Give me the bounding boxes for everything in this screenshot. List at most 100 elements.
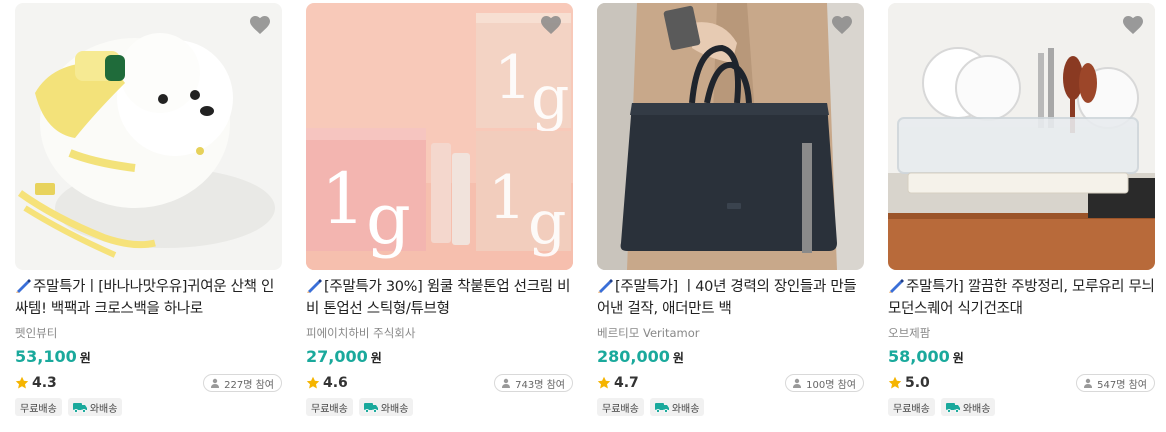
- free-shipping-tag: 무료배송: [306, 398, 353, 416]
- wishlist-heart-icon[interactable]: [248, 13, 272, 37]
- free-shipping-tag: 무료배송: [888, 398, 935, 416]
- person-icon: [792, 378, 802, 388]
- price-row: 27,000 원: [306, 347, 573, 369]
- tag-label: 무료배송: [20, 403, 57, 415]
- star-icon: [888, 376, 902, 390]
- rating: 4.7: [597, 375, 639, 391]
- brand-name[interactable]: 베르티모 Veritamor: [597, 325, 864, 341]
- price-row: 280,000 원: [597, 347, 864, 369]
- product-photo-leather-bag: [597, 3, 864, 270]
- product-title-text: [주말특가 30%] 윔쿨 착붙톤업 선크림 비비 톤업선 스틱형/튜브형: [306, 279, 571, 317]
- price-value: 58,000: [888, 347, 950, 366]
- product-photo-sunscreen-boxes: 1 g 1 g 1 g: [306, 3, 573, 270]
- truck-icon: [363, 402, 378, 413]
- wishlist-heart-icon[interactable]: [1121, 13, 1145, 37]
- delivery-tags: 무료배송 와배송: [306, 398, 573, 416]
- product-grid: 주말특가ㅣ[바나나맛우유]귀여운 산책 인싸템! 백팩과 크로스백을 하나로 펫…: [0, 0, 1166, 432]
- meta-row: 4.6 743명 참여: [306, 373, 573, 393]
- meta-row: 4.3 227명 참여: [15, 373, 282, 393]
- person-icon: [210, 378, 220, 388]
- product-image[interactable]: [15, 3, 282, 270]
- tag-label: 와배송: [380, 403, 409, 415]
- product-card[interactable]: 주말특가ㅣ[바나나맛우유]귀여운 산책 인싸템! 백팩과 크로스백을 하나로 펫…: [15, 3, 282, 428]
- participants-count: 227명 참여: [224, 379, 274, 391]
- tag-label: 무료배송: [893, 403, 930, 415]
- product-title-text: 주말특가] 깔끔한 주방정리, 모루유리 무늬 모던스퀘어 식기건조대: [888, 279, 1155, 317]
- tag-label: 무료배송: [602, 403, 639, 415]
- brand-name[interactable]: 피에이치하비 주식회사: [306, 325, 573, 341]
- rating-value: 5.0: [905, 375, 930, 391]
- star-icon: [306, 376, 320, 390]
- person-icon: [1083, 378, 1093, 388]
- wishlist-heart-icon[interactable]: [539, 13, 563, 37]
- free-shipping-tag: 무료배송: [15, 398, 62, 416]
- pen-emoji-icon: [15, 278, 32, 293]
- product-card[interactable]: [주말특가] ㅣ40년 경력의 장인들과 만들어낸 걸작, 애더만트 백 베르티…: [597, 3, 864, 428]
- product-title-text: 주말특가ㅣ[바나나맛우유]귀여운 산책 인싸템! 백팩과 크로스백을 하나로: [15, 279, 275, 317]
- price-value: 280,000: [597, 347, 670, 366]
- delivery-tags: 무료배송 와배송: [15, 398, 282, 416]
- rating-value: 4.7: [614, 375, 639, 391]
- meta-row: 4.7 100명 참여: [597, 373, 864, 393]
- svg-text:g: g: [366, 178, 411, 260]
- delivery-tags: 무료배송 와배송: [888, 398, 1155, 416]
- participants-count: 743명 참여: [515, 379, 565, 391]
- delivery-tags: 무료배송 와배송: [597, 398, 864, 416]
- tag-label: 와배송: [671, 403, 700, 415]
- rating-value: 4.3: [32, 375, 57, 391]
- express-delivery-tag: 와배송: [67, 398, 123, 416]
- svg-text:g: g: [528, 188, 566, 258]
- express-delivery-tag: 와배송: [649, 398, 705, 416]
- currency-label: 원: [370, 351, 382, 365]
- product-title[interactable]: 주말특가ㅣ[바나나맛우유]귀여운 산책 인싸템! 백팩과 크로스백을 하나로: [15, 276, 282, 320]
- rating: 5.0: [888, 375, 930, 391]
- truck-icon: [654, 402, 669, 413]
- pen-emoji-icon: [306, 278, 323, 293]
- product-image[interactable]: [597, 3, 864, 270]
- brand-name[interactable]: 오브제팜: [888, 325, 1155, 341]
- truck-icon: [945, 402, 960, 413]
- product-card[interactable]: 1 g 1 g 1 g [주말특가 30%] 윔쿨 착붙톤업 선크림 비비 톤업…: [306, 3, 573, 428]
- price-row: 53,100 원: [15, 347, 282, 369]
- participants-badge: 743명 참여: [494, 374, 573, 392]
- product-title[interactable]: [주말특가] ㅣ40년 경력의 장인들과 만들어낸 걸작, 애더만트 백: [597, 276, 864, 320]
- rating: 4.6: [306, 375, 348, 391]
- star-icon: [597, 376, 611, 390]
- truck-icon: [72, 402, 87, 413]
- participants-badge: 547명 참여: [1076, 374, 1155, 392]
- free-shipping-tag: 무료배송: [597, 398, 644, 416]
- express-delivery-tag: 와배송: [940, 398, 996, 416]
- svg-text:1: 1: [488, 163, 526, 233]
- tag-label: 와배송: [962, 403, 991, 415]
- pen-emoji-icon: [597, 278, 614, 293]
- product-image[interactable]: 1 g 1 g 1 g: [306, 3, 573, 270]
- participants-count: 100명 참여: [806, 379, 856, 391]
- tag-label: 와배송: [89, 403, 118, 415]
- svg-text:1: 1: [494, 43, 532, 113]
- person-icon: [501, 378, 511, 388]
- product-title[interactable]: 주말특가] 깔끔한 주방정리, 모루유리 무늬 모던스퀘어 식기건조대: [888, 276, 1155, 320]
- participants-badge: 227명 참여: [203, 374, 282, 392]
- price-value: 27,000: [306, 347, 368, 366]
- product-photo-pet-backpack: [15, 3, 282, 270]
- express-delivery-tag: 와배송: [358, 398, 414, 416]
- tag-label: 무료배송: [311, 403, 348, 415]
- wishlist-heart-icon[interactable]: [830, 13, 854, 37]
- product-card[interactable]: 주말특가] 깔끔한 주방정리, 모루유리 무늬 모던스퀘어 식기건조대 오브제팜…: [888, 3, 1155, 428]
- price-row: 58,000 원: [888, 347, 1155, 369]
- product-image[interactable]: [888, 3, 1155, 270]
- meta-row: 5.0 547명 참여: [888, 373, 1155, 393]
- currency-label: 원: [672, 351, 684, 365]
- currency-label: 원: [79, 351, 91, 365]
- star-icon: [15, 376, 29, 390]
- brand-name[interactable]: 펫인뷰티: [15, 325, 282, 341]
- svg-text:g: g: [531, 63, 569, 133]
- product-title[interactable]: [주말특가 30%] 윔쿨 착붙톤업 선크림 비비 톤업선 스틱형/튜브형: [306, 276, 573, 320]
- product-title-text: [주말특가] ㅣ40년 경력의 장인들과 만들어낸 걸작, 애더만트 백: [597, 279, 857, 317]
- participants-count: 547명 참여: [1097, 379, 1147, 391]
- product-photo-dish-rack: [888, 3, 1155, 270]
- currency-label: 원: [952, 351, 964, 365]
- svg-text:1: 1: [321, 158, 366, 240]
- rating-value: 4.6: [323, 375, 348, 391]
- participants-badge: 100명 참여: [785, 374, 864, 392]
